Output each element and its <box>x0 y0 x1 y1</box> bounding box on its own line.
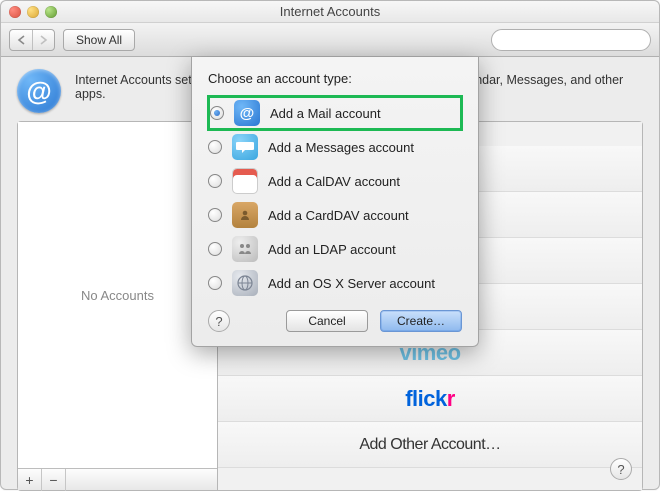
option-caldav-label: Add a CalDAV account <box>268 174 400 189</box>
help-button[interactable]: ? <box>610 458 632 480</box>
minimize-window-button[interactable] <box>27 6 39 18</box>
option-ldap[interactable]: Add an LDAP account <box>208 232 462 266</box>
titlebar: Internet Accounts <box>1 1 659 23</box>
radio-osx-server[interactable] <box>208 276 222 290</box>
create-button[interactable]: Create… <box>380 310 462 332</box>
radio-carddav[interactable] <box>208 208 222 222</box>
zoom-window-button[interactable] <box>45 6 57 18</box>
toolbar: Show All <box>1 23 659 57</box>
radio-mail[interactable] <box>210 106 224 120</box>
option-caldav[interactable]: Add a CalDAV account <box>208 164 462 198</box>
option-messages-label: Add a Messages account <box>268 140 414 155</box>
option-osx-server[interactable]: Add an OS X Server account <box>208 266 462 300</box>
search-wrap <box>491 29 651 51</box>
nav-segment <box>9 29 55 51</box>
back-button[interactable] <box>10 30 32 50</box>
accounts-footer: + − <box>18 468 217 490</box>
no-accounts-label: No Accounts <box>18 122 217 468</box>
chevron-left-icon <box>17 35 26 45</box>
forward-button[interactable] <box>32 30 54 50</box>
messages-icon <box>232 134 258 160</box>
option-ldap-label: Add an LDAP account <box>268 242 396 257</box>
account-type-sheet: Choose an account type: @ Add a Mail acc… <box>191 57 479 347</box>
mail-icon: @ <box>234 100 260 126</box>
calendar-icon <box>232 168 258 194</box>
globe-icon <box>232 270 258 296</box>
option-mail-label: Add a Mail account <box>270 106 381 121</box>
option-messages[interactable]: Add a Messages account <box>208 130 462 164</box>
close-window-button[interactable] <box>9 6 21 18</box>
show-all-button[interactable]: Show All <box>63 29 135 51</box>
window-controls <box>9 6 57 18</box>
internet-accounts-window: Internet Accounts Show All @ Internet Ac… <box>0 0 660 490</box>
add-account-button[interactable]: + <box>18 469 42 491</box>
directory-icon <box>232 236 258 262</box>
option-osx-server-label: Add an OS X Server account <box>268 276 435 291</box>
contacts-icon <box>232 202 258 228</box>
sheet-title: Choose an account type: <box>208 71 462 86</box>
search-input[interactable] <box>491 29 651 51</box>
provider-flickr[interactable]: flickr <box>218 376 642 422</box>
chevron-right-icon <box>39 35 48 45</box>
remove-account-button[interactable]: − <box>42 469 66 491</box>
radio-caldav[interactable] <box>208 174 222 188</box>
provider-add-other[interactable]: Add Other Account… <box>218 422 642 468</box>
radio-ldap[interactable] <box>208 242 222 256</box>
sheet-footer: ? Cancel Create… <box>208 310 462 332</box>
window-title: Internet Accounts <box>280 4 380 19</box>
option-mail[interactable]: @ Add a Mail account <box>208 96 462 130</box>
radio-messages[interactable] <box>208 140 222 154</box>
cancel-button[interactable]: Cancel <box>286 310 368 332</box>
option-carddav-label: Add a CardDAV account <box>268 208 409 223</box>
accounts-list-pane: No Accounts + − <box>18 122 218 490</box>
sheet-help-button[interactable]: ? <box>208 310 230 332</box>
option-carddav[interactable]: Add a CardDAV account <box>208 198 462 232</box>
at-icon: @ <box>17 69 61 113</box>
